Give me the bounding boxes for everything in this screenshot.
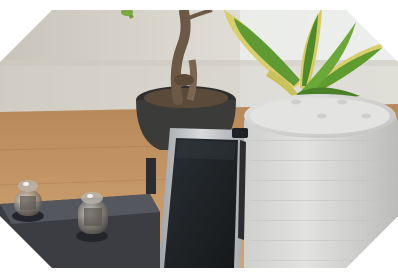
speaker-button-icon	[291, 99, 301, 105]
photo-frame	[0, 0, 398, 276]
desk-photo	[0, 10, 398, 268]
speaker-button-icon	[317, 113, 327, 119]
smart-speaker	[244, 94, 398, 268]
speaker-button-icon	[337, 99, 347, 105]
speaker-button-icon	[361, 113, 371, 119]
digital-audio-player	[158, 128, 248, 268]
